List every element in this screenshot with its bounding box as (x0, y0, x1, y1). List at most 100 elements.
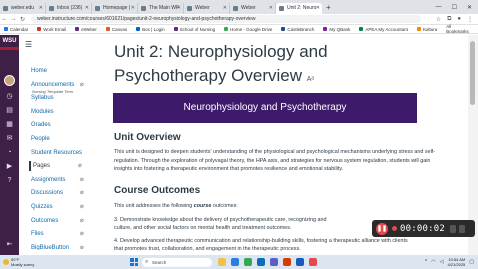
scrollbar-thumb[interactable] (470, 41, 475, 105)
bookmark-star-icon[interactable]: ☆ (436, 16, 441, 23)
immersive-reader-icon[interactable]: Aᵃ (307, 76, 314, 83)
course-nav-item-student-resources[interactable]: Student Resources (31, 148, 89, 158)
course-nav-item-grades[interactable]: Grades (31, 120, 89, 130)
bookmark-label: Home - Google Drive (230, 26, 273, 32)
bookmark-item[interactable]: APEA My Accountant (359, 27, 408, 32)
bookmark-item[interactable]: School of Nursing (173, 27, 215, 32)
course-nav-label: Home (31, 68, 48, 74)
maximize-icon[interactable]: ☐ (452, 4, 457, 11)
weather-widget[interactable]: 50°F Mostly sunny (0, 257, 60, 267)
hamburger-menu-icon[interactable]: ☰ (25, 40, 32, 49)
collapse-nav-icon[interactable]: ⇤ (5, 240, 14, 249)
calendar-icon[interactable]: ▦ (5, 121, 14, 129)
studio-icon[interactable]: ▶ (5, 163, 14, 171)
course-nav-label: Quizzes (31, 204, 53, 210)
browser-tab[interactable]: The Main WF ✕ (138, 2, 184, 14)
back-icon[interactable]: ← (0, 16, 9, 22)
windows-start-icon[interactable] (130, 258, 138, 266)
new-tab-button[interactable]: + (326, 2, 331, 13)
bookmark-item[interactable]: Box | Login (136, 27, 165, 32)
bookmark-label: Work Email (43, 26, 67, 32)
browser-tab[interactable]: Weber ✕ (230, 2, 276, 14)
tab-close-icon[interactable]: ✕ (131, 3, 135, 14)
taskbar-clock[interactable]: 10:54 AM 4/21/2025 (447, 257, 465, 267)
teams-icon[interactable] (270, 258, 278, 266)
bookmark-item[interactable]: Home - Google Drive (224, 27, 272, 32)
browser-tab[interactable]: Weber ✕ (184, 2, 230, 14)
tab-close-icon[interactable]: ✕ (39, 3, 43, 14)
account-avatar[interactable] (4, 75, 15, 86)
browser-tab[interactable]: Inbox (236) ✕ (46, 2, 92, 14)
bookmark-item[interactable]: My QBank (323, 27, 350, 32)
course-nav-item-announcements[interactable]: Announcements ⊘ (31, 80, 89, 90)
course-nav-item-outcomes[interactable]: Outcomes ⊘ (31, 216, 89, 226)
profile-icon[interactable]: ● (457, 16, 461, 23)
tab-label: Homepage | (103, 4, 131, 11)
volume-icon[interactable]: ◁ (440, 259, 444, 265)
notifications-icon[interactable]: ▢ (469, 259, 474, 265)
pen-tool-icon[interactable] (449, 224, 456, 233)
minimize-icon[interactable]: — (436, 4, 442, 11)
edge-icon[interactable] (231, 258, 239, 266)
powerpoint-icon[interactable] (283, 258, 291, 266)
inbox-icon[interactable]: ✉ (5, 135, 14, 143)
all-bookmarks-link[interactable]: All Bookmarks (446, 24, 474, 34)
tab-favicon-icon (187, 5, 192, 11)
course-nav-label: Modules (31, 108, 54, 115)
tab-close-icon[interactable]: ✕ (269, 3, 273, 14)
tab-close-icon[interactable]: ✕ (177, 3, 181, 14)
course-nav-item-syllabus[interactable]: Syllabus (31, 93, 89, 103)
course-nav-label: Assignments (31, 176, 66, 183)
course-nav-item-discussions[interactable]: Discussions ⊘ (31, 188, 89, 198)
bookmark-item[interactable]: Work Email (37, 27, 66, 32)
wsu-logo[interactable]: WSU (2, 38, 17, 45)
course-nav-item-assignments[interactable]: Assignments ⊘ (31, 175, 89, 185)
browser-tab[interactable]: weber.edu ✕ (0, 2, 46, 14)
chrome-icon[interactable] (244, 258, 252, 266)
address-bar: ← → ↻ weber.instructure.com/courses/6016… (0, 14, 478, 25)
bookmark-item[interactable]: Kaltura (416, 27, 437, 32)
history-icon[interactable]: ◔ (5, 149, 14, 157)
tab-close-icon[interactable]: ✕ (223, 3, 227, 14)
extensions-icon[interactable]: ⧉ (447, 16, 451, 23)
url-field[interactable]: weber.instructure.com/courses/601621/pag… (31, 15, 421, 23)
tab-close-icon[interactable]: ✕ (85, 3, 89, 14)
browser-tab[interactable]: Unit 2: Neuro ✕ (276, 2, 322, 14)
menu-dots-icon[interactable]: ⋮ (467, 16, 473, 23)
course-nav-item-home[interactable]: Home (31, 66, 89, 76)
bookmark-label: Calendar (10, 26, 29, 32)
taskbar-search[interactable]: Search (142, 257, 212, 267)
wifi-icon[interactable]: ◠ (431, 259, 435, 265)
bookmark-favicon-icon (224, 27, 229, 31)
delete-recording-icon[interactable] (458, 224, 465, 233)
bookmark-item[interactable]: CastleBranch (281, 27, 314, 32)
dashboard-icon[interactable]: ◷ (5, 93, 14, 101)
close-window-icon[interactable]: ✕ (467, 4, 472, 11)
word-icon[interactable] (296, 258, 304, 266)
course-nav-item-modules[interactable]: Modules (31, 107, 89, 117)
bookmark-item[interactable]: Canvas (105, 27, 127, 32)
outlook-icon[interactable] (257, 258, 265, 266)
bookmark-favicon-icon (136, 27, 141, 31)
courses-icon[interactable]: ▤ (5, 107, 14, 115)
pause-recording-button[interactable]: ❚❚ (376, 222, 388, 235)
file-explorer-icon[interactable] (218, 258, 226, 266)
bookmark-item[interactable]: eWeber (75, 27, 97, 32)
browser-tab[interactable]: Homepage | ✕ (92, 2, 138, 14)
course-nav-item-quizzes[interactable]: Quizzes ⊘ (31, 202, 89, 212)
forward-icon[interactable]: → (9, 16, 18, 22)
recorder-app-icon[interactable] (309, 258, 317, 266)
reload-icon[interactable]: ↻ (18, 16, 27, 23)
help-icon[interactable]: ? (5, 177, 14, 185)
bookmark-favicon-icon (416, 27, 421, 31)
course-nav-item-files[interactable]: Files ⊘ (31, 229, 89, 239)
course-nav-label: Files (31, 231, 44, 238)
bookmark-item[interactable]: Calendar (4, 27, 28, 32)
tab-close-icon[interactable]: ✕ (316, 3, 320, 14)
tab-favicon-icon (95, 5, 100, 11)
course-nav-item-pages[interactable]: Pages ⊘ (29, 161, 87, 172)
course-nav-item-bigbluebutton[interactable]: BigBlueButton ⊘ (31, 243, 89, 250)
tab-label: The Main WF (149, 4, 180, 11)
chevron-up-icon[interactable]: ^ (425, 259, 427, 265)
course-nav-item-people[interactable]: People (31, 134, 89, 144)
